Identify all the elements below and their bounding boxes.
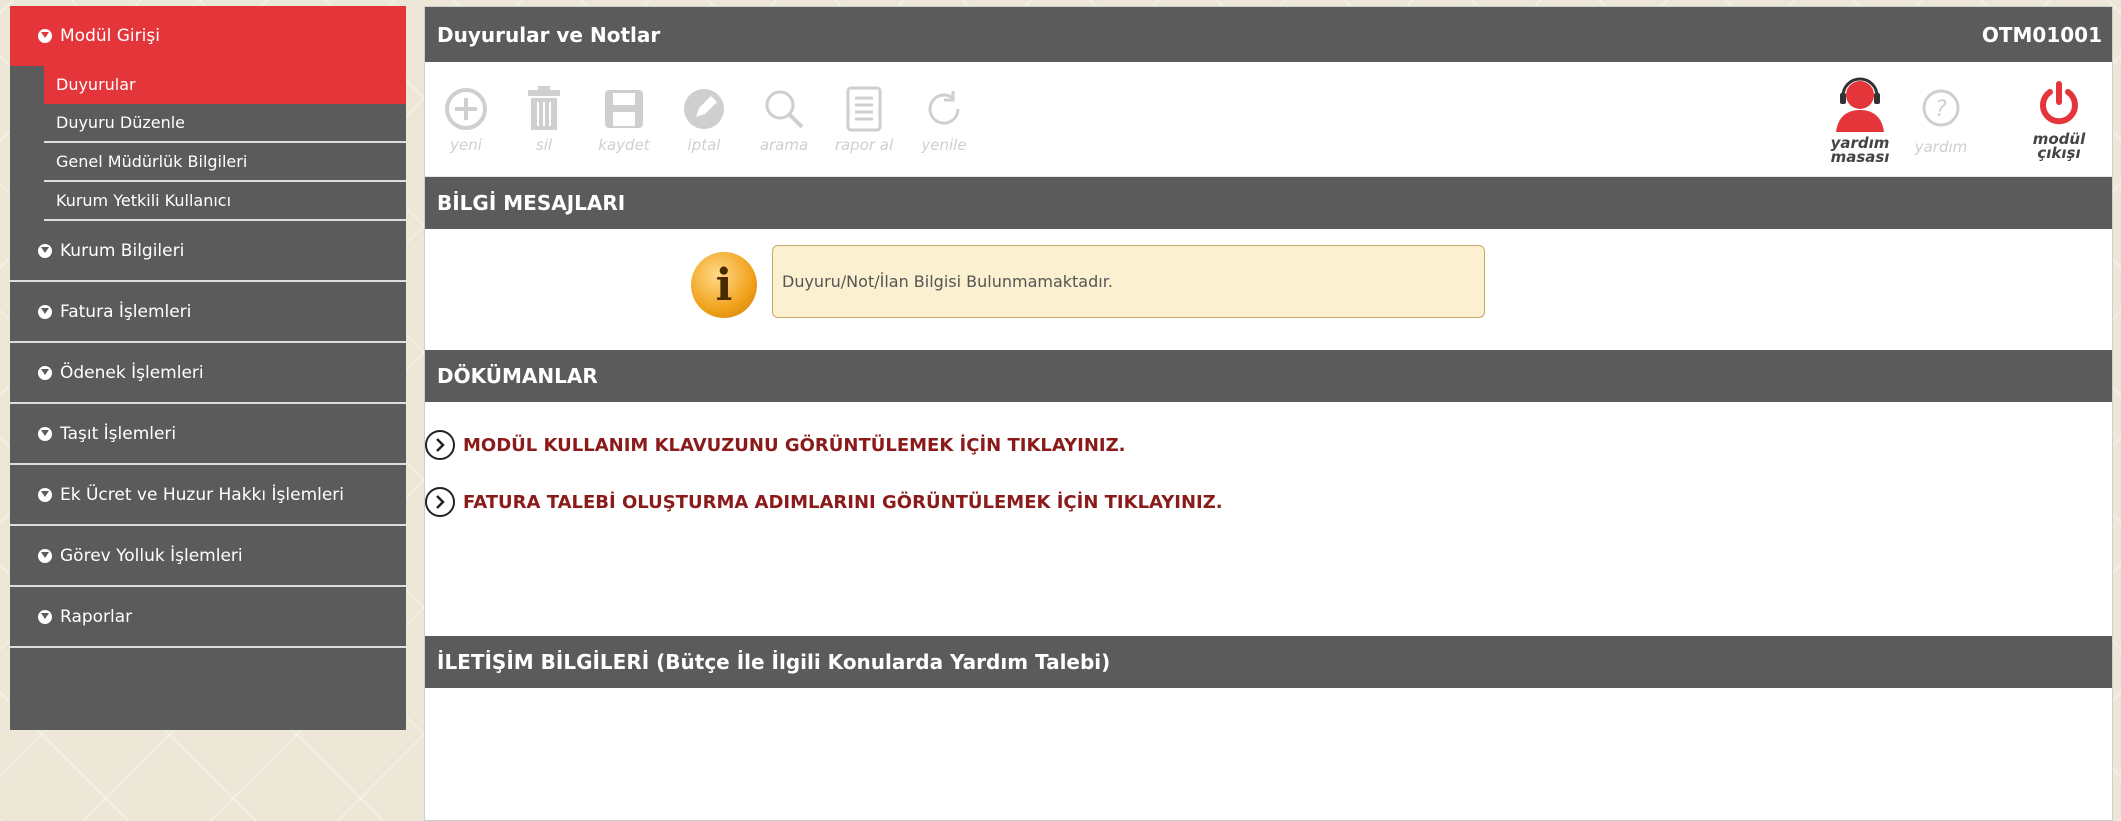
tool-label: çıkışı <box>2037 144 2081 162</box>
module-exit-button[interactable]: modül çıkışı <box>2026 80 2092 162</box>
chevron-down-icon <box>38 609 52 624</box>
title-bar: Duyurular ve Notlar OTM01001 <box>425 7 2112 62</box>
tool-label: yeni <box>450 136 482 154</box>
headset-user-icon <box>1836 77 1884 132</box>
submenu: Duyurular Duyuru Düzenle Genel Müdürlük … <box>10 66 406 221</box>
submenu-label: Duyuru Düzenle <box>56 113 186 132</box>
menu-label: Fatura İşlemleri <box>60 301 192 322</box>
save-button[interactable]: kaydet <box>585 84 663 154</box>
power-icon <box>2040 81 2078 125</box>
svg-text:?: ? <box>1935 97 1947 122</box>
menu-fatura-islemleri[interactable]: Fatura İşlemleri <box>10 282 406 343</box>
tool-label: yenile <box>921 136 967 154</box>
doc-link-label: FATURA TALEBİ OLUŞTURMA ADIMLARINI GÖRÜN… <box>463 491 1223 513</box>
tool-label: masası <box>1830 148 1890 166</box>
menu-label: Görev Yolluk İşlemleri <box>60 545 243 566</box>
chevron-down-icon <box>38 29 52 43</box>
delete-button[interactable]: sil <box>505 84 583 154</box>
submenu-item-kurum-yetkili[interactable]: Kurum Yetkili Kullanıcı <box>44 182 406 221</box>
documents-area: MODÜL KULLANIM KLAVUZUNU GÖRÜNTÜLEMEK İÇ… <box>425 402 2112 636</box>
chevron-down-icon <box>38 426 52 441</box>
refresh-icon <box>928 91 960 125</box>
submenu-label: Genel Müdürlük Bilgileri <box>56 152 248 171</box>
question-circle-icon: ? <box>1922 89 1960 127</box>
section-header-bilgi: BİLGİ MESAJLARI <box>425 177 2112 229</box>
menu-raporlar[interactable]: Raporlar <box>10 587 406 648</box>
trash-icon <box>528 86 560 130</box>
tool-label: arama <box>759 136 809 154</box>
tool-label: iptal <box>687 136 721 154</box>
menu-label: Ek Ücret ve Huzur Hakkı İşlemleri <box>60 484 345 505</box>
tool-label: sil <box>535 136 553 154</box>
report-button[interactable]: rapor al <box>825 84 903 154</box>
tool-label: yardım <box>1914 138 1968 156</box>
menu-label: Taşıt İşlemleri <box>60 423 177 444</box>
sidebar: Modül Girişi Duyurular Duyuru Düzenle Ge… <box>10 6 406 730</box>
menu-label: Raporlar <box>60 606 133 627</box>
menu-label: Kurum Bilgileri <box>60 240 185 261</box>
info-message: Duyuru/Not/İlan Bilgisi Bulunmamaktadır. <box>772 245 1485 318</box>
section-header-dokumanlar: DÖKÜMANLAR <box>425 350 2112 402</box>
chevron-down-icon <box>38 548 52 563</box>
pencil-circle-icon <box>684 89 724 129</box>
menu-odenek-islemleri[interactable]: Ödenek İşlemleri <box>10 343 406 404</box>
menu-label: Ödenek İşlemleri <box>60 362 204 383</box>
info-icon: i <box>691 252 757 318</box>
chevron-down-icon <box>38 365 52 380</box>
floppy-icon <box>605 90 643 128</box>
help-button[interactable]: ? yardım <box>1909 88 1973 156</box>
refresh-button[interactable]: yenile <box>905 84 983 154</box>
toolbar: yeni sil kaydet iptal arama rapor al yen… <box>425 62 2112 177</box>
page-title: Duyurular ve Notlar <box>437 22 661 47</box>
plus-circle-icon <box>445 88 487 130</box>
chevron-down-icon <box>38 243 52 258</box>
submenu-item-genel-mudurluk[interactable]: Genel Müdürlük Bilgileri <box>44 143 406 182</box>
screen-code: OTM01001 <box>1981 22 2102 47</box>
chevron-right-icon <box>425 430 455 460</box>
menu-tasit-islemleri[interactable]: Taşıt İşlemleri <box>10 404 406 465</box>
menu-ek-ucret[interactable]: Ek Ücret ve Huzur Hakkı İşlemleri <box>10 465 406 526</box>
info-area: i Duyuru/Not/İlan Bilgisi Bulunmamaktadı… <box>425 229 2112 350</box>
chevron-down-icon <box>38 304 52 319</box>
document-list-icon <box>846 86 882 132</box>
chevron-right-icon <box>425 487 455 517</box>
section-header-iletisim: İLETİŞİM BİLGİLERİ (Bütçe İle İlgili Kon… <box>425 636 2112 688</box>
help-desk-button[interactable]: yardım masası <box>1824 76 1896 166</box>
tool-label: rapor al <box>834 136 894 154</box>
submenu-item-duyuru-duzenle[interactable]: Duyuru Düzenle <box>44 104 406 143</box>
search-button[interactable]: arama <box>745 84 823 154</box>
cancel-button[interactable]: iptal <box>665 84 743 154</box>
submenu-label: Duyurular <box>56 74 136 94</box>
menu-modul-girisi[interactable]: Modül Girişi <box>10 6 406 66</box>
tool-label: kaydet <box>598 136 650 154</box>
menu-gorev-yolluk[interactable]: Görev Yolluk İşlemleri <box>10 526 406 587</box>
doc-link-fatura-talebi[interactable]: FATURA TALEBİ OLUŞTURMA ADIMLARINI GÖRÜN… <box>425 487 1223 517</box>
new-button[interactable]: yeni <box>427 84 505 154</box>
search-icon <box>765 90 804 129</box>
submenu-label: Kurum Yetkili Kullanıcı <box>56 191 232 210</box>
doc-link-kullanim-klavuzu[interactable]: MODÜL KULLANIM KLAVUZUNU GÖRÜNTÜLEMEK İÇ… <box>425 430 1125 460</box>
menu-kurum-bilgileri[interactable]: Kurum Bilgileri <box>10 221 406 282</box>
doc-link-label: MODÜL KULLANIM KLAVUZUNU GÖRÜNTÜLEMEK İÇ… <box>463 434 1126 456</box>
chevron-down-icon <box>38 487 52 502</box>
main-panel: Duyurular ve Notlar OTM01001 yeni sil ka… <box>424 6 2113 821</box>
submenu-item-duyurular[interactable]: Duyurular <box>44 66 406 104</box>
menu-label: Modül Girişi <box>60 26 160 46</box>
